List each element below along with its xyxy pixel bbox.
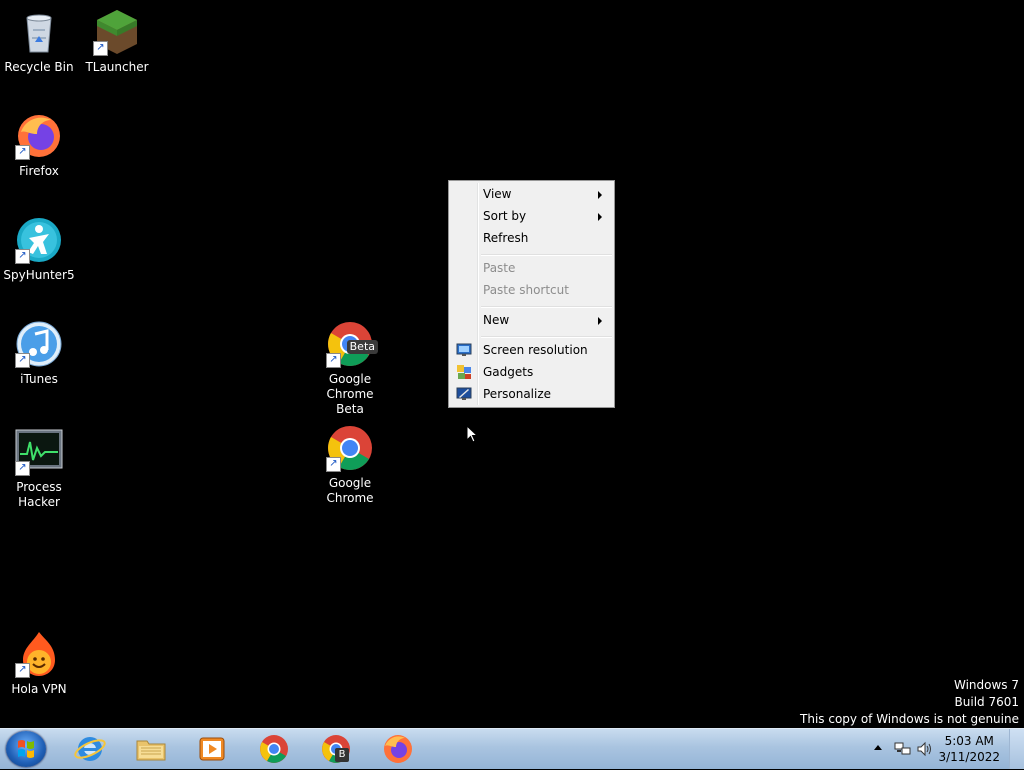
volume-icon[interactable] — [916, 741, 934, 760]
menu-item-refresh-label: Refresh — [483, 231, 529, 245]
shortcut-arrow-icon: ↗ — [15, 461, 30, 476]
menu-item-new[interactable]: New — [451, 309, 612, 331]
menu-item-sort-by-label: Sort by — [483, 209, 527, 223]
show-desktop-button[interactable] — [1009, 729, 1024, 769]
start-button[interactable] — [6, 731, 46, 767]
menu-item-personalize[interactable]: Personalize — [451, 383, 612, 405]
clock-time: 5:03 AM — [944, 734, 994, 748]
mouse-cursor-icon — [466, 424, 479, 447]
menu-item-paste: Paste — [451, 257, 612, 279]
show-hidden-icons-arrow-icon[interactable] — [874, 745, 882, 750]
menu-item-gadgets-label: Gadgets — [483, 365, 534, 379]
desktop-icon-tlauncher[interactable]: ↗ TLauncher — [78, 8, 156, 75]
chrome-label-line1: Google — [328, 476, 372, 490]
recycle-bin-icon — [15, 8, 63, 56]
shortcut-arrow-icon: ↗ — [326, 457, 341, 472]
taskbar-firefox[interactable] — [380, 733, 416, 765]
desktop-icon-itunes[interactable]: ↗ iTunes — [0, 320, 78, 387]
windows-logo-icon — [18, 740, 34, 758]
shortcut-arrow-icon: ↗ — [15, 145, 30, 160]
desktop-icon-spyhunter[interactable]: ↗ SpyHunter5 — [0, 216, 78, 283]
process-hacker-label-line2: Hacker — [18, 495, 60, 509]
desktop-icon-process-hacker[interactable]: ↗ Process Hacker — [0, 428, 78, 510]
hola-vpn-label: Hola VPN — [11, 682, 67, 696]
shortcut-arrow-icon: ↗ — [326, 353, 341, 368]
process-hacker-label: Process Hacker — [0, 480, 78, 510]
desktop[interactable]: Recycle Bin ↗ TLauncher ↗ Firefox ↗ SpyH… — [0, 0, 1024, 728]
itunes-icon: ↗ — [15, 320, 63, 368]
desktop-icon-firefox[interactable]: ↗ Firefox — [0, 112, 78, 179]
submenu-arrow-icon — [598, 317, 602, 325]
desktop-icon-hola-vpn[interactable]: ↗ Hola VPN — [0, 630, 78, 697]
firefox-label: Firefox — [19, 164, 59, 178]
menu-item-view-label: View — [483, 187, 512, 201]
windows-watermark: Windows 7 Build 7601 This copy of Window… — [800, 677, 1019, 728]
submenu-arrow-icon — [598, 213, 602, 221]
network-icon[interactable] — [894, 741, 912, 760]
chrome-label: Google Chrome — [311, 476, 389, 506]
watermark-genuine-notice: This copy of Windows is not genuine — [800, 712, 1019, 726]
menu-item-gadgets[interactable]: Gadgets — [451, 361, 612, 383]
menu-item-paste-shortcut-label: Paste shortcut — [483, 283, 569, 297]
menu-item-screen-resolution[interactable]: Screen resolution — [451, 339, 612, 361]
taskbar: B 5:03 AM 3/11/2022 — [0, 728, 1024, 769]
desktop-context-menu: View Sort by Refresh Paste Paste shortcu… — [448, 180, 615, 408]
menu-separator — [481, 306, 612, 308]
recycle-bin-label: Recycle Bin — [4, 60, 74, 74]
monitor-icon — [456, 342, 472, 358]
taskbar-google-chrome-beta[interactable]: B — [318, 733, 354, 765]
menu-separator — [481, 336, 612, 338]
taskbar-media-player[interactable] — [194, 733, 230, 765]
gadgets-icon — [456, 364, 472, 380]
taskbar-google-chrome[interactable] — [256, 733, 292, 765]
shortcut-arrow-icon: ↗ — [93, 41, 108, 56]
spyhunter-label: SpyHunter5 — [3, 268, 75, 282]
menu-separator — [481, 254, 612, 256]
chrome-beta-label-line1: Google — [328, 372, 372, 386]
menu-item-paste-shortcut: Paste shortcut — [451, 279, 612, 301]
system-tray: 5:03 AM 3/11/2022 — [864, 729, 1024, 769]
menu-item-refresh[interactable]: Refresh — [451, 227, 612, 249]
process-hacker-label-line1: Process — [16, 480, 62, 494]
clock-date: 3/11/2022 — [938, 750, 1000, 764]
watermark-version: Windows 7 — [953, 678, 1019, 692]
shortcut-arrow-icon: ↗ — [15, 249, 30, 264]
hola-vpn-icon: ↗ — [15, 630, 63, 678]
desktop-icon-chrome[interactable]: ↗ Google Chrome — [311, 424, 389, 506]
taskbar-windows-explorer[interactable] — [133, 733, 169, 765]
process-hacker-icon: ↗ — [15, 428, 63, 476]
chrome-icon: ↗ — [326, 424, 374, 472]
menu-item-screen-resolution-label: Screen resolution — [483, 343, 588, 357]
beta-badge: B — [335, 748, 349, 762]
menu-item-sort-by[interactable]: Sort by — [451, 205, 612, 227]
clock[interactable]: 5:03 AM 3/11/2022 — [938, 733, 1000, 765]
chrome-beta-icon: Beta ↗ — [326, 320, 378, 368]
chrome-beta-label: Google Chrome Beta — [311, 372, 389, 417]
firefox-icon: ↗ — [15, 112, 63, 160]
firefox-icon — [384, 735, 412, 763]
tlauncher-label: TLauncher — [85, 60, 149, 74]
shortcut-arrow-icon: ↗ — [15, 353, 30, 368]
menu-item-view[interactable]: View — [451, 183, 612, 205]
watermark-build: Build 7601 — [954, 695, 1019, 709]
itunes-label: iTunes — [20, 372, 58, 386]
menu-item-new-label: New — [483, 313, 510, 327]
internet-explorer-icon — [74, 737, 106, 761]
desktop-icon-recycle-bin[interactable]: Recycle Bin — [0, 8, 78, 75]
menu-item-personalize-label: Personalize — [483, 387, 552, 401]
folder-icon — [136, 740, 166, 761]
chrome-beta-label-line2: Chrome Beta — [326, 387, 374, 416]
menu-item-paste-label: Paste — [483, 261, 516, 275]
personalize-icon — [456, 386, 472, 402]
chrome-label-line2: Chrome — [326, 491, 374, 505]
tlauncher-icon: ↗ — [93, 8, 141, 56]
beta-badge: Beta — [346, 340, 378, 354]
media-player-icon — [199, 737, 225, 761]
submenu-arrow-icon — [598, 191, 602, 199]
shortcut-arrow-icon: ↗ — [15, 663, 30, 678]
spyhunter-icon: ↗ — [15, 216, 63, 264]
desktop-icon-chrome-beta[interactable]: Beta ↗ Google Chrome Beta — [311, 320, 389, 417]
chrome-icon — [260, 735, 288, 763]
taskbar-internet-explorer[interactable] — [72, 733, 108, 765]
